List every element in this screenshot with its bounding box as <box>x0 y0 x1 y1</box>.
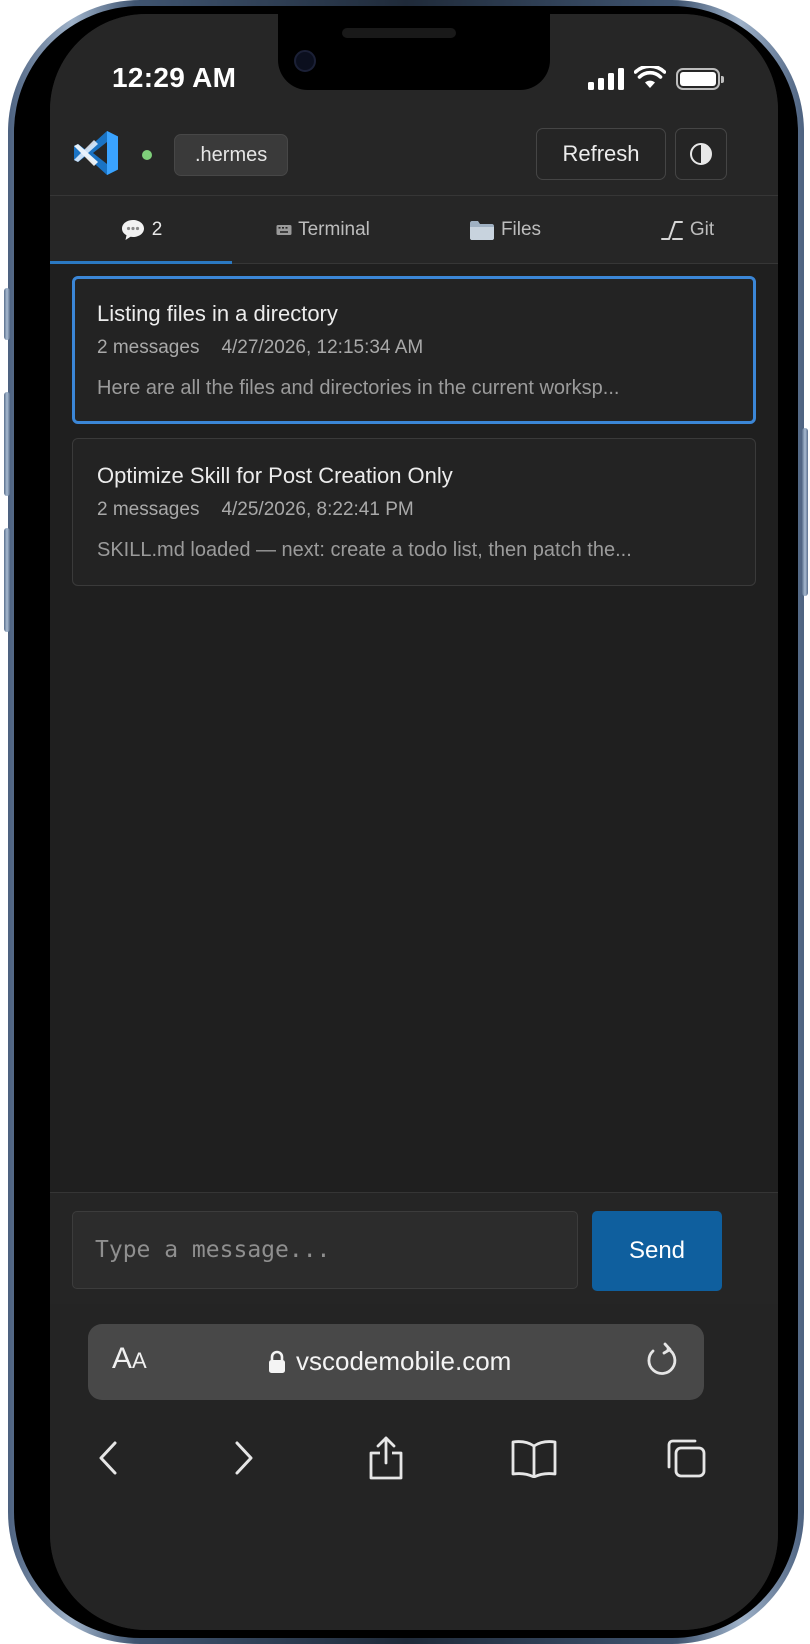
tab-bar: 2 Terminal Files Git <box>50 196 778 264</box>
session-title: Listing files in a directory <box>97 301 338 326</box>
browser-toolbar: AA vscodemobile.com <box>50 1304 778 1630</box>
forward-button[interactable] <box>216 1430 272 1486</box>
session-preview: SKILL.md loaded — next: create a todo li… <box>97 539 632 561</box>
url-text: vscodemobile.com <box>296 1346 512 1376</box>
volume-up-button <box>4 392 10 496</box>
contrast-icon <box>690 143 712 165</box>
session-meta: 2 messages 4/27/2026, 12:15:34 AM <box>97 337 731 359</box>
session-title: Optimize Skill for Post Creation Only <box>97 463 453 488</box>
refresh-button[interactable]: Refresh <box>536 128 666 180</box>
power-button <box>802 428 808 596</box>
folder-icon <box>469 219 495 241</box>
theme-toggle-button[interactable] <box>675 128 727 180</box>
tab-files-label: Files <box>500 218 542 240</box>
bookmarks-button[interactable] <box>506 1430 562 1486</box>
lock-icon <box>269 1350 285 1373</box>
share-button[interactable] <box>358 1430 414 1486</box>
wifi-icon <box>634 66 666 88</box>
back-icon <box>99 1441 117 1475</box>
share-icon <box>369 1436 403 1480</box>
chat-bubble-icon <box>120 218 146 242</box>
session-meta: 2 messages 4/25/2026, 8:22:41 PM <box>97 499 731 521</box>
status-icons <box>588 66 724 90</box>
front-camera <box>294 50 316 72</box>
session-card[interactable]: Listing files in a directory 2 messages 4… <box>72 276 756 424</box>
message-input[interactable] <box>72 1211 578 1289</box>
url-display[interactable]: vscodemobile.com <box>268 1346 511 1377</box>
text-size-big: A <box>112 1342 133 1375</box>
text-size-button[interactable]: AA <box>112 1342 147 1376</box>
send-button[interactable]: Send <box>592 1211 722 1291</box>
session-card[interactable]: Optimize Skill for Post Creation Only 2 … <box>72 438 756 586</box>
status-time: 12:29 AM <box>112 62 237 93</box>
session-list: Listing files in a directory 2 messages 4… <box>72 276 756 600</box>
tab-git-label: Git <box>689 218 715 240</box>
address-bar[interactable]: AA vscodemobile.com <box>88 1324 704 1400</box>
git-branch-icon <box>660 219 684 241</box>
message-composer: Send <box>50 1192 778 1304</box>
keyboard-icon <box>276 224 292 236</box>
tab-git[interactable]: Git <box>596 196 778 263</box>
reload-icon <box>647 1342 677 1375</box>
tabs-icon <box>667 1439 706 1478</box>
tab-chats[interactable]: 2 <box>50 196 232 264</box>
tab-terminal[interactable]: Terminal <box>232 196 414 263</box>
signal-bars-icon <box>588 68 624 90</box>
bookmarks-icon <box>511 1440 557 1478</box>
tab-terminal-label: Terminal <box>298 218 370 240</box>
screen: 12:29 AM .hermes Refresh 2 Terminal File… <box>50 14 778 1630</box>
back-button[interactable] <box>80 1430 136 1486</box>
connection-status-dot <box>142 150 152 160</box>
forward-icon <box>235 1441 253 1475</box>
notch <box>278 14 550 90</box>
speaker-grille <box>342 28 456 38</box>
project-selector[interactable]: .hermes <box>174 134 289 176</box>
session-preview: Here are all the files and directories i… <box>97 377 620 399</box>
phone-frame: 12:29 AM .hermes Refresh 2 Terminal File… <box>4 0 808 1644</box>
tab-files[interactable]: Files <box>414 196 596 263</box>
battery-full-icon <box>676 68 724 90</box>
status-bar: 12:29 AM <box>50 14 778 118</box>
session-date: 4/25/2026, 8:22:41 PM <box>221 499 414 520</box>
volume-down-button <box>4 528 10 632</box>
session-date: 4/27/2026, 12:15:34 AM <box>221 337 424 358</box>
session-message-count: 2 messages <box>97 337 200 358</box>
reload-button[interactable] <box>644 1342 680 1385</box>
mute-switch <box>4 288 10 340</box>
tabs-button[interactable] <box>658 1430 714 1486</box>
text-size-small: A <box>132 1348 147 1373</box>
browser-nav <box>50 1420 778 1494</box>
session-message-count: 2 messages <box>97 499 200 520</box>
vscode-logo-icon <box>74 131 118 175</box>
app-header: .hermes Refresh <box>50 118 778 196</box>
tab-chats-label: 2 <box>151 218 163 240</box>
